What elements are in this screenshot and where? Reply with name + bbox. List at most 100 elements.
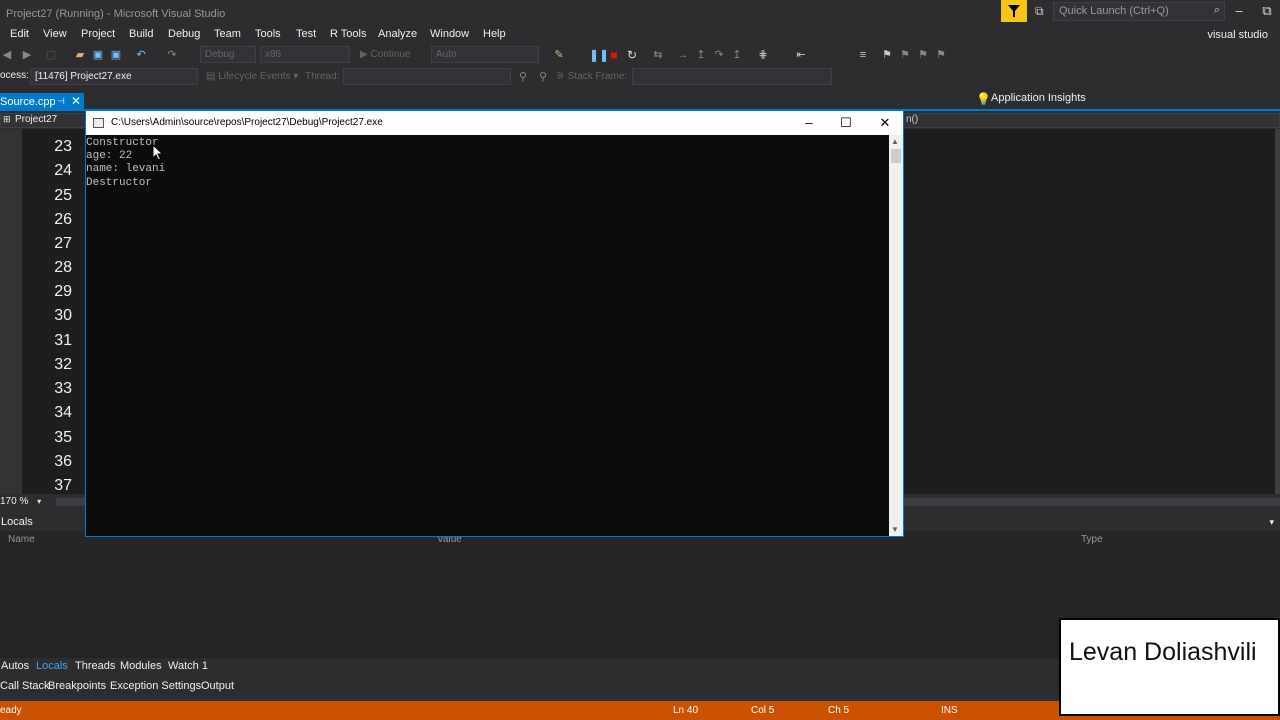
process-select[interactable]: [11476] Project27.exe xyxy=(30,68,198,85)
console-close-button[interactable]: ✕ xyxy=(870,113,900,133)
open-icon[interactable]: ▰ xyxy=(73,48,87,62)
thread-select[interactable] xyxy=(343,68,511,85)
editor-scrollbar[interactable] xyxy=(1275,129,1280,494)
window-menu-icon[interactable]: ▾ xyxy=(1269,517,1274,528)
tab-exception-settings[interactable]: Exception Settings xyxy=(110,680,201,692)
comment-icon[interactable]: ⇤ xyxy=(794,48,808,62)
prev-bookmark-icon[interactable]: ⚑ xyxy=(898,48,912,62)
menu-edit[interactable]: Edit xyxy=(10,28,29,40)
close-tab-icon[interactable]: ✕ xyxy=(71,94,81,108)
minimize-button[interactable]: – xyxy=(1228,2,1250,22)
redo-icon[interactable]: ↷ xyxy=(165,48,179,62)
save-all-icon[interactable]: ▣ xyxy=(109,48,123,62)
scroll-down-icon[interactable]: ▼ xyxy=(891,525,899,534)
platform-value: x86 xyxy=(265,49,282,60)
restart-icon[interactable]: ↻ xyxy=(625,48,639,62)
platform-select[interactable]: x86 xyxy=(260,46,350,63)
bookmark-list-icon[interactable]: ≡ xyxy=(856,48,870,62)
menu-debug[interactable]: Debug xyxy=(168,28,200,40)
menu-analyze[interactable]: Analyze xyxy=(378,28,417,40)
tab-source-cpp[interactable]: Source.cpp ⊣ ✕ xyxy=(0,93,84,111)
console-minimize-button[interactable]: – xyxy=(794,113,824,133)
save-icon[interactable]: ▣ xyxy=(91,48,105,62)
console-maximize-button[interactable]: ☐ xyxy=(831,113,861,133)
tab-threads[interactable]: Threads xyxy=(75,660,115,672)
line-number: 28 xyxy=(54,259,72,276)
menu-build[interactable]: Build xyxy=(129,28,153,40)
debug-location-toolbar: ocess: [11476] Project27.exe ▤ Lifecycle… xyxy=(0,66,1280,88)
menu-help[interactable]: Help xyxy=(483,28,506,40)
auto-select[interactable]: Auto xyxy=(431,46,539,63)
menu-project[interactable]: Project xyxy=(81,28,115,40)
project-dropdown[interactable]: ⊞ Project27 xyxy=(0,113,88,128)
console-scrollbar[interactable]: ▲ ▼ xyxy=(889,135,903,536)
tab-modules[interactable]: Modules xyxy=(120,660,162,672)
lifecycle-events-button[interactable]: ▤ Lifecycle Events ▾ xyxy=(206,71,298,82)
line-number: 24 xyxy=(54,162,72,179)
tab-watch-1[interactable]: Watch 1 xyxy=(168,660,208,672)
menu-bar: Edit View Project Build Debug Team Tools… xyxy=(0,24,1280,44)
tab-call-stack[interactable]: Call Stack xyxy=(0,680,50,692)
feedback-filter-button[interactable] xyxy=(1001,0,1027,22)
column-type[interactable]: Type xyxy=(1081,534,1103,545)
attach-icon[interactable]: ✎ xyxy=(552,48,566,62)
member-dropdown[interactable]: n() xyxy=(902,113,1280,128)
console-line: Destructor xyxy=(86,177,153,189)
pause-icon[interactable]: ❚❚ xyxy=(589,48,609,62)
step-out-icon[interactable]: ↷ xyxy=(712,48,726,62)
line-number: 31 xyxy=(54,332,72,349)
menu-view[interactable]: View xyxy=(43,28,67,40)
account-label[interactable]: visual studio xyxy=(1207,29,1268,41)
column-name[interactable]: Name xyxy=(8,534,35,545)
step-back-icon[interactable]: ↥ xyxy=(730,48,744,62)
flag-thread-icon[interactable]: ⚲ xyxy=(516,70,530,84)
line-number: 34 xyxy=(54,404,72,421)
tab-autos[interactable]: Autos xyxy=(1,660,29,672)
console-title-bar[interactable]: C:\Users\Admin\source\repos\Project27\De… xyxy=(86,111,903,135)
menu-r-tools[interactable]: R Tools xyxy=(330,28,366,40)
scroll-thumb[interactable] xyxy=(891,149,901,163)
pin-icon[interactable]: ⊣ xyxy=(57,96,65,107)
chevron-down-icon: ▾ xyxy=(37,497,42,506)
status-line: Ln 40 xyxy=(673,705,699,716)
quick-launch-input[interactable]: Quick Launch (Ctrl+Q) ⌕ xyxy=(1053,2,1225,21)
console-line: Constructor xyxy=(86,137,159,149)
process-value: [11476] Project27.exe xyxy=(35,71,132,82)
menu-team[interactable]: Team xyxy=(214,28,241,40)
notifications-icon[interactable]: ⧉ xyxy=(1035,4,1044,19)
restore-button[interactable]: ⧉ xyxy=(1256,2,1278,22)
hex-icon[interactable]: ⋕ xyxy=(756,48,770,62)
continue-button[interactable]: ▶ Continue xyxy=(360,49,411,60)
back-icon[interactable]: ◀ xyxy=(0,48,14,62)
bookmark-icon[interactable]: ⚑ xyxy=(880,48,894,62)
menu-tools[interactable]: Tools xyxy=(255,28,281,40)
undo-icon[interactable]: ↶ xyxy=(134,48,148,62)
zoom-select[interactable]: 170 % ▾ xyxy=(0,496,52,509)
console-line: name: levani xyxy=(86,163,166,175)
config-select[interactable]: Debug xyxy=(200,46,256,63)
tab-breakpoints[interactable]: Breakpoints xyxy=(48,680,106,692)
menu-test[interactable]: Test xyxy=(296,28,316,40)
tab-output[interactable]: Output xyxy=(201,680,234,692)
breakpoint-margin[interactable] xyxy=(0,129,22,494)
show-next-statement-icon[interactable]: ⇆ xyxy=(651,48,665,62)
console-window[interactable]: C:\Users\Admin\source\repos\Project27\De… xyxy=(85,110,904,537)
status-column: Col 5 xyxy=(751,705,775,716)
clear-bookmark-icon[interactable]: ⚑ xyxy=(934,48,948,62)
stop-icon[interactable]: ■ xyxy=(607,48,621,62)
line-number: 32 xyxy=(54,356,72,373)
forward-icon[interactable]: ▶ xyxy=(20,48,34,62)
step-into-icon[interactable]: → xyxy=(676,48,690,62)
step-over-icon[interactable]: ↥ xyxy=(694,48,708,62)
status-char: Ch 5 xyxy=(828,705,850,716)
filter-icon xyxy=(1008,5,1020,17)
menu-window[interactable]: Window xyxy=(430,28,469,40)
title-bar: Project27 (Running) - Microsoft Visual S… xyxy=(0,0,1280,24)
tab-locals[interactable]: Locals xyxy=(36,660,68,672)
window-title: Project27 (Running) - Microsoft Visual S… xyxy=(6,8,226,20)
next-bookmark-icon[interactable]: ⚑ xyxy=(916,48,930,62)
new-project-icon[interactable]: ▢ xyxy=(44,48,58,62)
scroll-up-icon[interactable]: ▲ xyxy=(891,137,899,146)
stack-frame-select[interactable] xyxy=(632,68,832,85)
filter-thread-icon[interactable]: ⚲ xyxy=(536,70,550,84)
